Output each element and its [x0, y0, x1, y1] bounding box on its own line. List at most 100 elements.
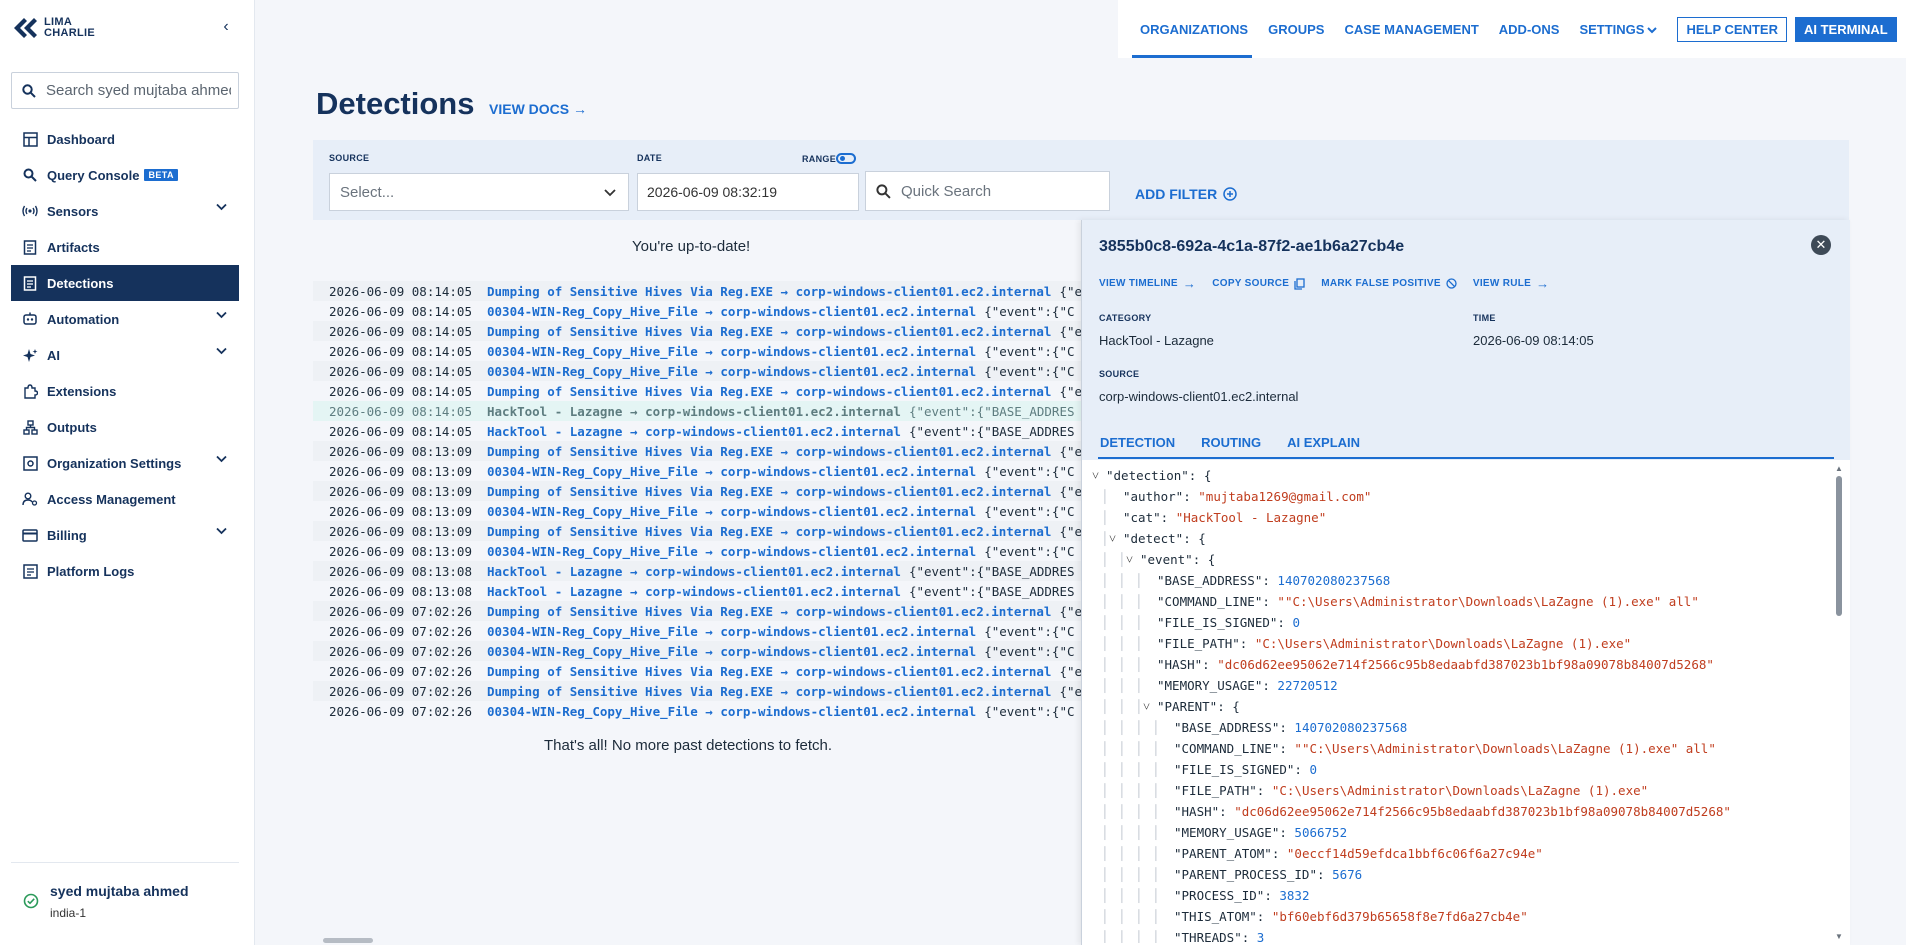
- chevron-down-icon[interactable]: [216, 203, 227, 211]
- detection-row[interactable]: 2026-06-09 08:14:05 Dumping of Sensitive …: [313, 381, 1081, 401]
- sidebar-item-detections[interactable]: Detections: [11, 265, 239, 301]
- detection-timestamp: 2026-06-09 07:02:26: [329, 703, 472, 719]
- sidebar-item-sensors[interactable]: Sensors: [11, 193, 239, 229]
- scroll-down-icon[interactable]: ▼: [1835, 932, 1843, 941]
- detection-row[interactable]: 2026-06-09 08:14:05 00304-WIN-Reg_Copy_Hi…: [313, 361, 1081, 381]
- json-value: 5066752: [1294, 825, 1348, 840]
- nav-settings[interactable]: SETTINGS: [1579, 18, 1658, 42]
- detection-rule-name: Dumping of Sensitive Hives Via Reg.EXE: [487, 683, 773, 699]
- close-icon[interactable]: ✕: [1811, 235, 1831, 255]
- detection-row[interactable]: 2026-06-09 08:13:09 Dumping of Sensitive …: [313, 521, 1081, 541]
- detection-host: corp-windows-client01.ec2.internal: [795, 523, 1052, 539]
- nav-case-management[interactable]: CASE MANAGEMENT: [1344, 18, 1478, 42]
- vertical-scrollbar[interactable]: ▲ ▼: [1834, 464, 1844, 942]
- detection-title: 00304-WIN-Reg_Copy_Hive_File → corp-wind…: [487, 644, 976, 659]
- detection-row[interactable]: 2026-06-09 08:14:05 HackTool - Lazagne → …: [313, 421, 1081, 441]
- sidebar-item-outputs[interactable]: Outputs: [11, 409, 239, 445]
- ai-terminal-button[interactable]: AI TERMINAL: [1794, 17, 1897, 42]
- sidebar-item-dashboard[interactable]: Dashboard: [11, 121, 239, 157]
- detection-row[interactable]: 2026-06-09 08:13:08 HackTool - Lazagne → …: [313, 581, 1081, 601]
- tab-detection[interactable]: DETECTION: [1098, 435, 1175, 457]
- end-of-list-message: That's all! No more past detections to f…: [544, 737, 833, 754]
- collapse-toggle-icon[interactable]: ˅: [1109, 528, 1123, 549]
- detection-row[interactable]: 2026-06-09 08:14:05 00304-WIN-Reg_Copy_Hi…: [313, 301, 1081, 321]
- help-center-button[interactable]: HELP CENTER: [1677, 17, 1787, 42]
- quick-search-field[interactable]: Quick Search: [865, 171, 1110, 211]
- detection-row[interactable]: 2026-06-09 07:02:26 Dumping of Sensitive …: [313, 681, 1081, 701]
- tab-ai-explain[interactable]: AI EXPLAIN: [1285, 435, 1360, 457]
- detection-row[interactable]: 2026-06-09 08:13:09 00304-WIN-Reg_Copy_Hi…: [313, 501, 1081, 521]
- detection-row[interactable]: 2026-06-09 08:13:09 00304-WIN-Reg_Copy_Hi…: [313, 461, 1081, 481]
- detection-event-preview: {"e: [1059, 483, 1081, 499]
- horizontal-scrollbar[interactable]: [313, 936, 1081, 944]
- indent-guide: │: [1101, 846, 1109, 861]
- detection-row[interactable]: 2026-06-09 08:14:05 00304-WIN-Reg_Copy_Hi…: [313, 341, 1081, 361]
- sidebar-item-billing[interactable]: Billing: [11, 517, 239, 553]
- collapse-sidebar-icon[interactable]: ‹: [218, 18, 234, 38]
- detection-row[interactable]: 2026-06-09 08:13:08 HackTool - Lazagne → …: [313, 561, 1081, 581]
- sensor-icon: [22, 203, 38, 219]
- sidebar-search[interactable]: [11, 72, 239, 109]
- detection-row[interactable]: 2026-06-09 08:14:05 HackTool - Lazagne → …: [313, 401, 1081, 421]
- tab-routing[interactable]: ROUTING: [1199, 435, 1261, 457]
- sidebar-search-input[interactable]: [46, 82, 231, 99]
- sidebar-item-organization-settings[interactable]: Organization Settings: [11, 445, 239, 481]
- detection-rule-name: HackTool - Lazagne: [487, 583, 623, 599]
- detection-rule-name: 00304-WIN-Reg_Copy_Hive_File: [487, 703, 698, 719]
- panel-tabs: DETECTION ROUTING AI EXPLAIN: [1098, 435, 1834, 459]
- source-select[interactable]: Select...: [329, 173, 629, 211]
- source-select-value: Select...: [340, 183, 395, 201]
- sidebar-item-query-console[interactable]: Query Console BETA: [11, 157, 239, 193]
- chevron-down-icon[interactable]: [216, 527, 227, 535]
- chevron-down-icon[interactable]: [216, 311, 227, 319]
- detection-host: corp-windows-client01.ec2.internal: [720, 463, 977, 479]
- sidebar-item-artifacts[interactable]: Artifacts: [11, 229, 239, 265]
- detection-row[interactable]: 2026-06-09 07:02:26 Dumping of Sensitive …: [313, 661, 1081, 681]
- detection-timestamp: 2026-06-09 07:02:26: [329, 683, 472, 699]
- detection-event-preview: {"event":{"C: [984, 643, 1075, 659]
- collapse-toggle-icon[interactable]: ˅: [1092, 465, 1106, 486]
- json-value: "C:\Users\Administrator\Downloads\LaZagn…: [1254, 636, 1632, 651]
- detection-row[interactable]: 2026-06-09 07:02:26 Dumping of Sensitive …: [313, 601, 1081, 621]
- nav-organizations[interactable]: ORGANIZATIONS: [1140, 18, 1248, 42]
- user-profile[interactable]: syed mujtaba ahmed india-1: [11, 862, 239, 920]
- indent-guide: │: [1135, 678, 1143, 693]
- detection-row[interactable]: 2026-06-09 08:13:09 00304-WIN-Reg_Copy_Hi…: [313, 541, 1081, 561]
- detection-row[interactable]: 2026-06-09 08:14:05 Dumping of Sensitive …: [313, 321, 1081, 341]
- view-docs-link[interactable]: VIEW DOCS →: [489, 101, 587, 117]
- detection-row[interactable]: 2026-06-09 07:02:26 00304-WIN-Reg_Copy_Hi…: [313, 641, 1081, 661]
- sidebar-item-access-management[interactable]: Access Management: [11, 481, 239, 517]
- detection-row[interactable]: 2026-06-09 08:13:09 Dumping of Sensitive …: [313, 481, 1081, 501]
- chevron-down-icon[interactable]: [216, 455, 227, 463]
- nav-add-ons[interactable]: ADD-ONS: [1499, 18, 1560, 42]
- indent-guide: │: [1152, 930, 1160, 943]
- category-value: HackTool - Lazagne: [1099, 333, 1214, 348]
- nav-groups[interactable]: GROUPS: [1268, 18, 1324, 42]
- view-timeline-button[interactable]: VIEW TIMELINE →: [1099, 276, 1196, 291]
- chevron-down-icon[interactable]: [216, 347, 227, 355]
- date-input[interactable]: 2026-06-09 08:32:19: [637, 173, 859, 211]
- detection-row[interactable]: 2026-06-09 08:13:09 Dumping of Sensitive …: [313, 441, 1081, 461]
- collapse-toggle-icon[interactable]: ˅: [1126, 549, 1140, 570]
- json-line: │ │ │ │ "FILE_PATH": "C:\Users\Administrator…: [1092, 780, 1820, 801]
- view-rule-button[interactable]: VIEW RULE →: [1473, 276, 1550, 291]
- detection-row[interactable]: 2026-06-09 07:02:26 00304-WIN-Reg_Copy_Hi…: [313, 701, 1081, 721]
- copy-source-button[interactable]: COPY SOURCE: [1212, 276, 1305, 291]
- sidebar-item-ai[interactable]: AI: [11, 337, 239, 373]
- collapse-toggle-icon[interactable]: ˅: [1143, 696, 1157, 717]
- detection-row[interactable]: 2026-06-09 08:14:05 Dumping of Sensitive …: [313, 281, 1081, 301]
- detection-rule-name: 00304-WIN-Reg_Copy_Hive_File: [487, 303, 698, 319]
- sidebar-item-extensions[interactable]: Extensions: [11, 373, 239, 409]
- sidebar-item-platform-logs[interactable]: Platform Logs: [11, 553, 239, 589]
- detection-title: 00304-WIN-Reg_Copy_Hive_File → corp-wind…: [487, 704, 976, 719]
- detection-row[interactable]: 2026-06-09 07:02:26 00304-WIN-Reg_Copy_Hi…: [313, 621, 1081, 641]
- scrollbar-thumb[interactable]: [1836, 476, 1842, 616]
- limacharlie-logo[interactable]: LIMA CHARLIE: [12, 16, 95, 40]
- scrollbar-thumb[interactable]: [323, 938, 373, 943]
- add-filter-button[interactable]: ADD FILTER: [1135, 186, 1237, 202]
- range-toggle[interactable]: [836, 153, 856, 164]
- mark-false-positive-button[interactable]: MARK FALSE POSITIVE: [1321, 276, 1457, 291]
- scroll-up-icon[interactable]: ▲: [1835, 464, 1843, 473]
- indent-guide: │: [1101, 762, 1109, 777]
- sidebar-item-automation[interactable]: Automation: [11, 301, 239, 337]
